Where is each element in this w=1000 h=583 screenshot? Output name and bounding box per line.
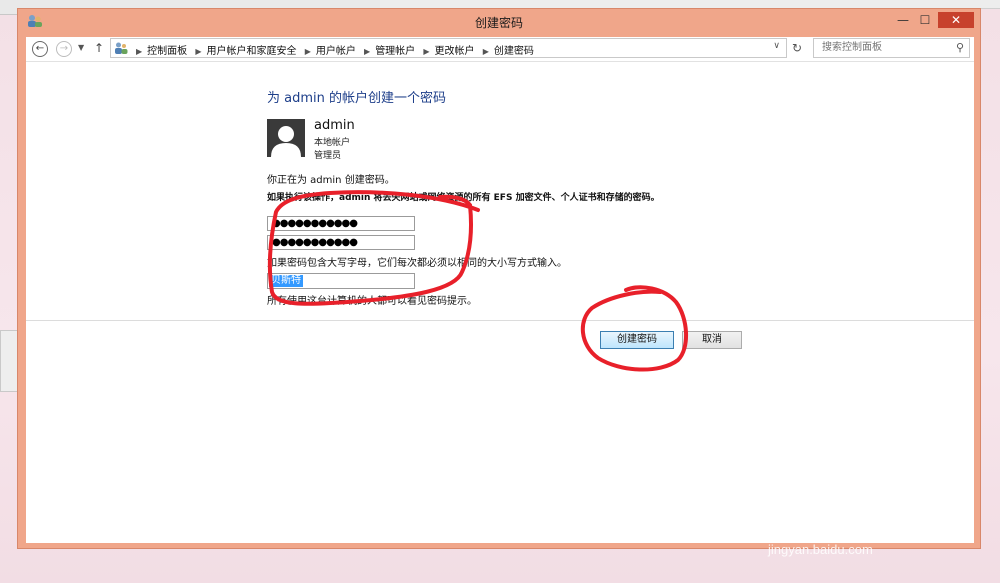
create-password-window: 创建密码 — ☐ ✕ ← → ▼ ↑ ▶ 控制面板 ▶ 用户帐户和家庭安全 ▶ 用户帐…	[17, 8, 981, 549]
account-name: admin	[314, 118, 355, 133]
breadcrumb[interactable]: ▶ 控制面板 ▶ 用户帐户和家庭安全 ▶ 用户帐户 ▶ 管理帐户 ▶ 更改帐户 ▶ 创建密码…	[110, 38, 787, 58]
minimize-button[interactable]: —	[892, 12, 914, 28]
breadcrumb-item[interactable]: 用户帐户和家庭安全	[207, 46, 297, 57]
account-role: 管理员	[314, 151, 342, 161]
refresh-icon[interactable]: ↻	[792, 41, 802, 55]
confirm-password-field[interactable]	[267, 235, 415, 250]
breadcrumb-separator: ▶	[482, 47, 489, 56]
breadcrumb-separator: ▶	[136, 47, 143, 56]
breadcrumb-separator: ▶	[304, 47, 311, 56]
control-panel-icon	[115, 42, 128, 54]
page-title: 为 admin 的帐户创建一个密码	[267, 91, 446, 106]
hint-visibility-note: 所有使用这台计算机的人都可以看见密码提示。	[267, 296, 477, 307]
breadcrumb-items: ▶ 控制面板 ▶ 用户帐户和家庭安全 ▶ 用户帐户 ▶ 管理帐户 ▶ 更改帐户 ▶ 创建密码	[131, 42, 534, 57]
breadcrumb-item[interactable]: 控制面板	[147, 46, 187, 57]
user-avatar-icon	[267, 119, 305, 157]
title-bar[interactable]: 创建密码 — ☐ ✕	[18, 9, 980, 35]
new-password-field[interactable]	[267, 216, 415, 231]
breadcrumb-item[interactable]: 管理帐户	[375, 46, 415, 57]
watermark-url: jingyan.baidu.com	[768, 542, 873, 557]
create-password-button[interactable]: 创建密码	[600, 331, 674, 349]
warning-text: 如果执行该操作，admin 将丢失网站或网络资源的所有 EFS 加密文件、个人证…	[267, 193, 660, 203]
window-title: 创建密码	[474, 16, 523, 30]
breadcrumb-item[interactable]: 创建密码	[494, 46, 534, 57]
breadcrumb-item[interactable]: 更改帐户	[435, 46, 475, 57]
search-box[interactable]: ⚲	[813, 38, 970, 58]
search-input[interactable]	[820, 41, 954, 54]
divider	[26, 320, 974, 321]
address-bar: ← → ▼ ↑ ▶ 控制面板 ▶ 用户帐户和家庭安全 ▶ 用户帐户 ▶ 管理帐户 ▶ 更改…	[26, 37, 974, 62]
breadcrumb-item[interactable]: 用户帐户	[316, 46, 356, 57]
close-button[interactable]: ✕	[938, 12, 974, 28]
case-sensitivity-note: 如果密码包含大写字母，它们每次都必须以相同的大小写方式输入。	[267, 258, 567, 269]
breadcrumb-separator: ▶	[364, 47, 371, 56]
password-hint-value: 贝斯特	[269, 275, 303, 287]
password-hint-field[interactable]: 贝斯特	[267, 273, 415, 289]
info-text: 你正在为 admin 创建密码。	[267, 175, 395, 186]
up-icon[interactable]: ↑	[94, 41, 104, 55]
breadcrumb-separator: ▶	[423, 47, 430, 56]
recent-pages-chevron-down-icon[interactable]: ▼	[78, 43, 84, 52]
back-icon[interactable]: ←	[32, 41, 48, 57]
forward-icon[interactable]: →	[56, 41, 72, 57]
breadcrumb-separator: ▶	[195, 47, 202, 56]
watermark-brand: Bai du 经验	[766, 497, 946, 533]
baidu-watermark: Bai du 经验 jingyan.baidu.com	[762, 486, 962, 566]
cancel-button[interactable]: 取消	[682, 331, 742, 349]
main-content: 为 admin 的帐户创建一个密码 admin 本地帐户 管理员 你正在为 ad…	[26, 62, 974, 543]
search-icon[interactable]: ⚲	[956, 41, 964, 54]
account-type: 本地帐户	[314, 138, 351, 148]
chevron-down-icon[interactable]: ∨	[773, 41, 780, 51]
maximize-button[interactable]: ☐	[914, 12, 936, 28]
